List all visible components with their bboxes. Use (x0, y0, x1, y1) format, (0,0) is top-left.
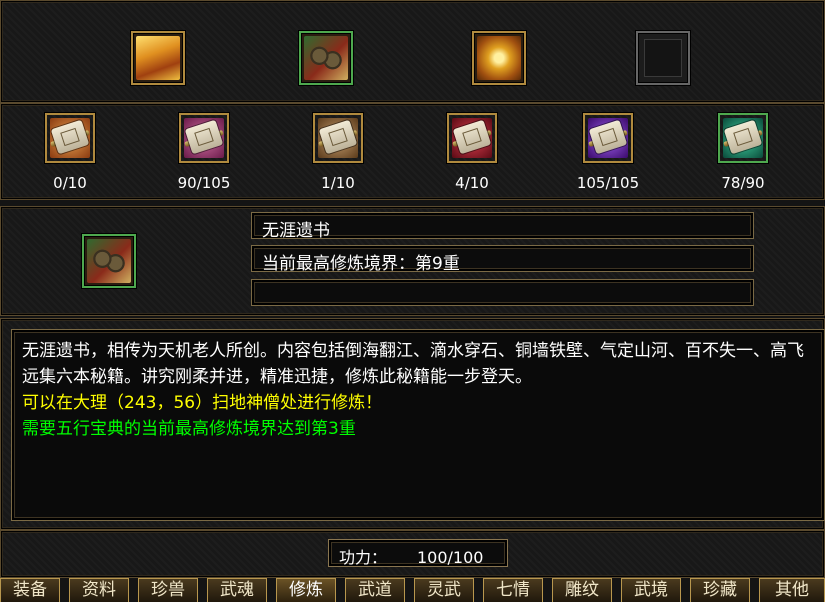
description-text: 无涯遗书，相传为天机老人所创。内容包括倒海翻江、滴水穿石、铜墙铁壁、气定山河、百… (22, 341, 804, 387)
scroll-progress-5: 105/105 (576, 174, 640, 192)
scroll-bundle-icon (304, 36, 348, 80)
scroll-progress-3: 1/10 (321, 174, 355, 192)
scroll-slot-3[interactable] (313, 113, 363, 163)
requirement-text: 需要五行宝典的当前最高修炼境界达到第3重 (22, 419, 356, 439)
extra-field (251, 279, 754, 306)
tab-martial-way[interactable]: 武道 (345, 578, 405, 602)
tab-profile[interactable]: 资料 (69, 578, 129, 602)
scroll-progress-1: 0/10 (53, 174, 87, 192)
tab-engraving[interactable]: 雕纹 (552, 578, 612, 602)
tab-martial-realm[interactable]: 武境 (621, 578, 681, 602)
golden-scrolls-icon (477, 36, 521, 80)
scroll-progress-4: 4/10 (455, 174, 489, 192)
tab-equipment[interactable]: 装备 (0, 578, 60, 602)
scroll-slot-5[interactable] (583, 113, 633, 163)
tab-collection[interactable]: 珍藏 (690, 578, 750, 602)
description-box: 无涯遗书，相传为天机老人所创。内容包括倒海翻江、滴水穿石、铜墙铁壁、气定山河、百… (11, 329, 825, 521)
realm-field: 当前最高修炼境界：第9重 (251, 245, 754, 274)
power-display: 功力： 100/100 (328, 539, 508, 567)
location-hint: 可以在大理（243，56）扫地神僧处进行修炼！ (22, 393, 383, 413)
tab-bar: 装备 资料 珍兽 武魂 修炼 武道 灵武 七情 雕纹 武境 珍藏 其他 (0, 578, 825, 602)
scroll-slot-4[interactable] (447, 113, 497, 163)
top-books-panel (0, 0, 825, 103)
selected-book-slot[interactable] (82, 234, 136, 288)
power-label: 功力： (339, 548, 388, 567)
tab-martial-soul[interactable]: 武魂 (207, 578, 267, 602)
book-slot-4[interactable] (636, 31, 690, 85)
scroll-slot-6[interactable] (718, 113, 768, 163)
book-name-field: 无涯遗书 (251, 212, 754, 241)
gold-book-icon (136, 36, 180, 80)
tab-other[interactable]: 其他 (759, 578, 825, 602)
tab-pets[interactable]: 珍兽 (138, 578, 198, 602)
book-slot-3[interactable] (472, 31, 526, 85)
scroll-slot-1[interactable] (45, 113, 95, 163)
tab-seven-emotions[interactable]: 七情 (483, 578, 543, 602)
scroll-progress-6: 78/90 (721, 174, 765, 192)
tab-spirit-weapon[interactable]: 灵武 (414, 578, 474, 602)
tab-cultivation[interactable]: 修炼 (276, 578, 336, 602)
scroll-progress-2: 90/105 (177, 174, 231, 192)
scroll-bundle-icon (87, 239, 131, 283)
book-slot-2[interactable] (299, 31, 353, 85)
power-value: 100/100 (417, 548, 484, 567)
book-slot-1[interactable] (131, 31, 185, 85)
scroll-slot-2[interactable] (179, 113, 229, 163)
